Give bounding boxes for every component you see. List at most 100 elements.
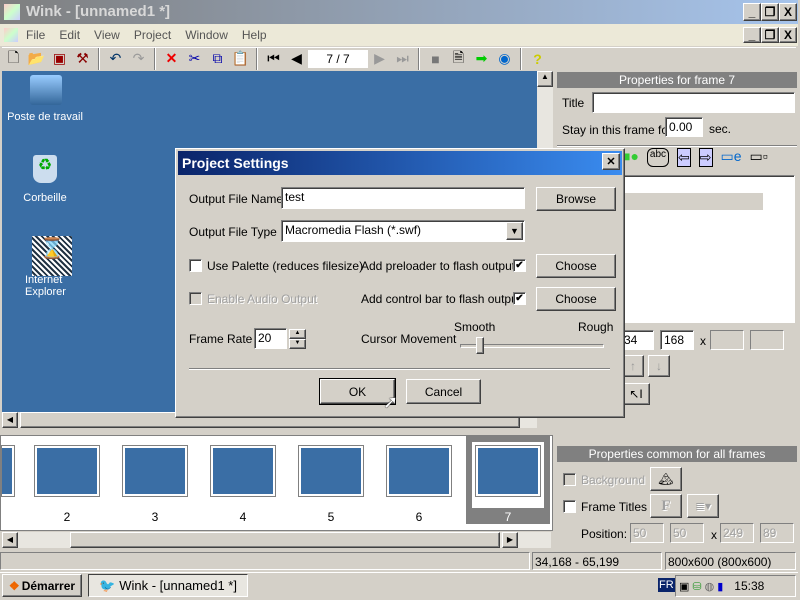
stay-duration-input[interactable]: 0.00 — [665, 117, 703, 137]
frame-thumbnail[interactable] — [210, 445, 276, 497]
use-palette-checkbox[interactable] — [189, 259, 202, 272]
choose-control-bar-button[interactable]: Choose — [536, 287, 616, 311]
desktop-icon-label: Poste de travail — [7, 111, 83, 123]
title-width[interactable]: 249 — [720, 523, 754, 543]
height-input[interactable] — [750, 330, 784, 350]
cut-icon[interactable]: ✂ — [183, 48, 206, 70]
maximize-button[interactable]: ❐ — [761, 3, 779, 21]
frame-thumbnail[interactable] — [122, 445, 188, 497]
scroll-right-button[interactable]: ▶ — [502, 532, 518, 548]
battery-icon[interactable]: ▮ — [717, 580, 723, 593]
capture-icon[interactable]: ■ — [424, 48, 447, 70]
wink-tray-icon[interactable]: ▣ — [679, 580, 689, 593]
start-button[interactable]: ❖ Démarrer — [2, 574, 82, 597]
hammer-icon[interactable]: ⚒ — [71, 48, 94, 70]
frame-thumbnail-selected[interactable] — [475, 445, 541, 497]
undo-icon[interactable]: ↶ — [104, 48, 127, 70]
spinner-up-icon[interactable]: ▲ — [289, 329, 306, 339]
output-name-input[interactable]: test — [281, 187, 525, 209]
browser-preview-icon[interactable]: ◉ — [493, 48, 516, 70]
prev-frame-icon[interactable]: ◀ — [285, 48, 308, 70]
language-indicator[interactable]: FR — [658, 578, 675, 592]
clock: 15:38 — [734, 579, 765, 593]
menu-view[interactable]: View — [94, 28, 120, 42]
filmstrip-scrollbar[interactable]: ◀ ▶ — [2, 532, 551, 548]
close-button[interactable]: X — [779, 3, 797, 21]
volume-icon[interactable]: ◍ — [705, 580, 715, 593]
menu-window[interactable]: Window — [185, 28, 228, 42]
menu-help[interactable]: Help — [242, 28, 267, 42]
add-link-button-icon[interactable]: ▭e — [721, 148, 742, 167]
output-type-select[interactable]: Macromedia Flash (*.swf) — [281, 220, 525, 242]
output-name-label: Output File Name — [189, 192, 284, 206]
frame-rate-input[interactable]: 20 — [254, 328, 287, 349]
add-text-box-icon[interactable]: abc — [646, 148, 670, 167]
cursor-text-icon[interactable]: ↖I — [622, 383, 650, 405]
last-frame-icon[interactable]: ⏭ — [391, 48, 414, 70]
width-input[interactable] — [710, 330, 744, 350]
doc-minimize-button[interactable]: _ — [743, 27, 761, 43]
paste-icon[interactable]: 📋 — [229, 48, 252, 70]
add-next-button-icon[interactable]: ⇨ — [698, 148, 713, 167]
network-icon[interactable]: ⛁ — [692, 580, 701, 593]
doc-restore-button[interactable]: ❐ — [761, 27, 779, 43]
copy-icon[interactable]: ⧉ — [206, 48, 229, 70]
scroll-up-button[interactable]: ▲ — [537, 71, 553, 87]
redo-icon[interactable]: ↷ — [127, 48, 150, 70]
title-pos-y[interactable]: 50 — [670, 523, 704, 543]
pos-y-input[interactable]: 168 — [660, 330, 694, 350]
render-arrow-icon[interactable]: ➡ — [470, 48, 493, 70]
add-prev-button-icon[interactable]: ⇦ — [677, 148, 691, 167]
font-button[interactable]: F — [650, 494, 682, 518]
window-title-bar: Wink - [unnamed1 *] — [0, 0, 798, 24]
frame-thumbnail[interactable] — [34, 445, 100, 497]
frame-thumbnail[interactable] — [1, 445, 15, 497]
title-pos-x[interactable]: 50 — [630, 523, 664, 543]
new-icon[interactable]: 🗋 — [2, 48, 25, 70]
minimize-button[interactable]: _ — [743, 3, 761, 21]
scroll-left-button[interactable]: ◀ — [2, 532, 18, 548]
project-settings-icon[interactable]: 🗎 — [447, 48, 470, 70]
doc-close-button[interactable]: X — [779, 27, 797, 43]
menu-project[interactable]: Project — [134, 28, 171, 42]
title-height[interactable]: 89 — [760, 523, 794, 543]
save-icon[interactable]: ▣ — [48, 48, 71, 70]
frame-titles-checkbox[interactable] — [563, 500, 576, 513]
cancel-button[interactable]: Cancel — [406, 379, 481, 404]
first-frame-icon[interactable]: ⏮ — [262, 48, 285, 70]
frame-thumbnail[interactable] — [386, 445, 452, 497]
slider-thumb[interactable] — [476, 337, 485, 354]
frame-thumbnail[interactable] — [298, 445, 364, 497]
browse-button[interactable]: Browse — [536, 187, 616, 211]
align-dropdown-icon[interactable]: ≣▾ — [687, 494, 719, 518]
background-image-icon[interactable]: 🏔 — [650, 467, 682, 491]
background-checkbox[interactable] — [563, 473, 576, 486]
menu-file[interactable]: File — [26, 28, 45, 42]
list-item[interactable] — [624, 193, 763, 210]
taskbar-wink-task[interactable]: 🐦 Wink - [unnamed1 *] — [88, 574, 248, 597]
frame-counter[interactable]: 7 / 7 — [308, 49, 368, 68]
help-icon[interactable]: ? — [526, 48, 549, 70]
common-props-header: Properties common for all frames — [557, 446, 797, 462]
frame-title-input[interactable] — [592, 92, 795, 113]
spinner-down-icon[interactable]: ▼ — [289, 339, 306, 349]
add-menu-button-icon[interactable]: ▭▫ — [750, 148, 768, 167]
wink-app-icon: 🐦 — [99, 577, 116, 593]
preloader-checkbox[interactable]: ✔ — [513, 259, 526, 272]
scroll-thumb[interactable] — [70, 532, 500, 548]
open-folder-icon[interactable]: 📂 — [25, 48, 48, 70]
scroll-left-button[interactable]: ◀ — [2, 412, 18, 428]
status-resolution: 800x600 (800x600) — [665, 552, 796, 570]
control-bar-checkbox[interactable]: ✔ — [513, 292, 526, 305]
delete-icon[interactable]: ✕ — [160, 48, 183, 70]
audio-output-checkbox[interactable] — [189, 292, 202, 305]
pos-x-input[interactable]: 34 — [620, 330, 654, 350]
menu-edit[interactable]: Edit — [59, 28, 80, 42]
move-down-icon[interactable]: ↓ — [648, 355, 670, 377]
choose-preloader-button[interactable]: Choose — [536, 254, 616, 278]
chevron-down-icon[interactable]: ▼ — [506, 222, 523, 240]
title-label: Title — [562, 96, 585, 110]
move-up-icon[interactable]: ↑ — [622, 355, 644, 377]
dialog-close-button[interactable]: ✕ — [602, 153, 620, 170]
next-frame-icon[interactable]: ▶ — [368, 48, 391, 70]
